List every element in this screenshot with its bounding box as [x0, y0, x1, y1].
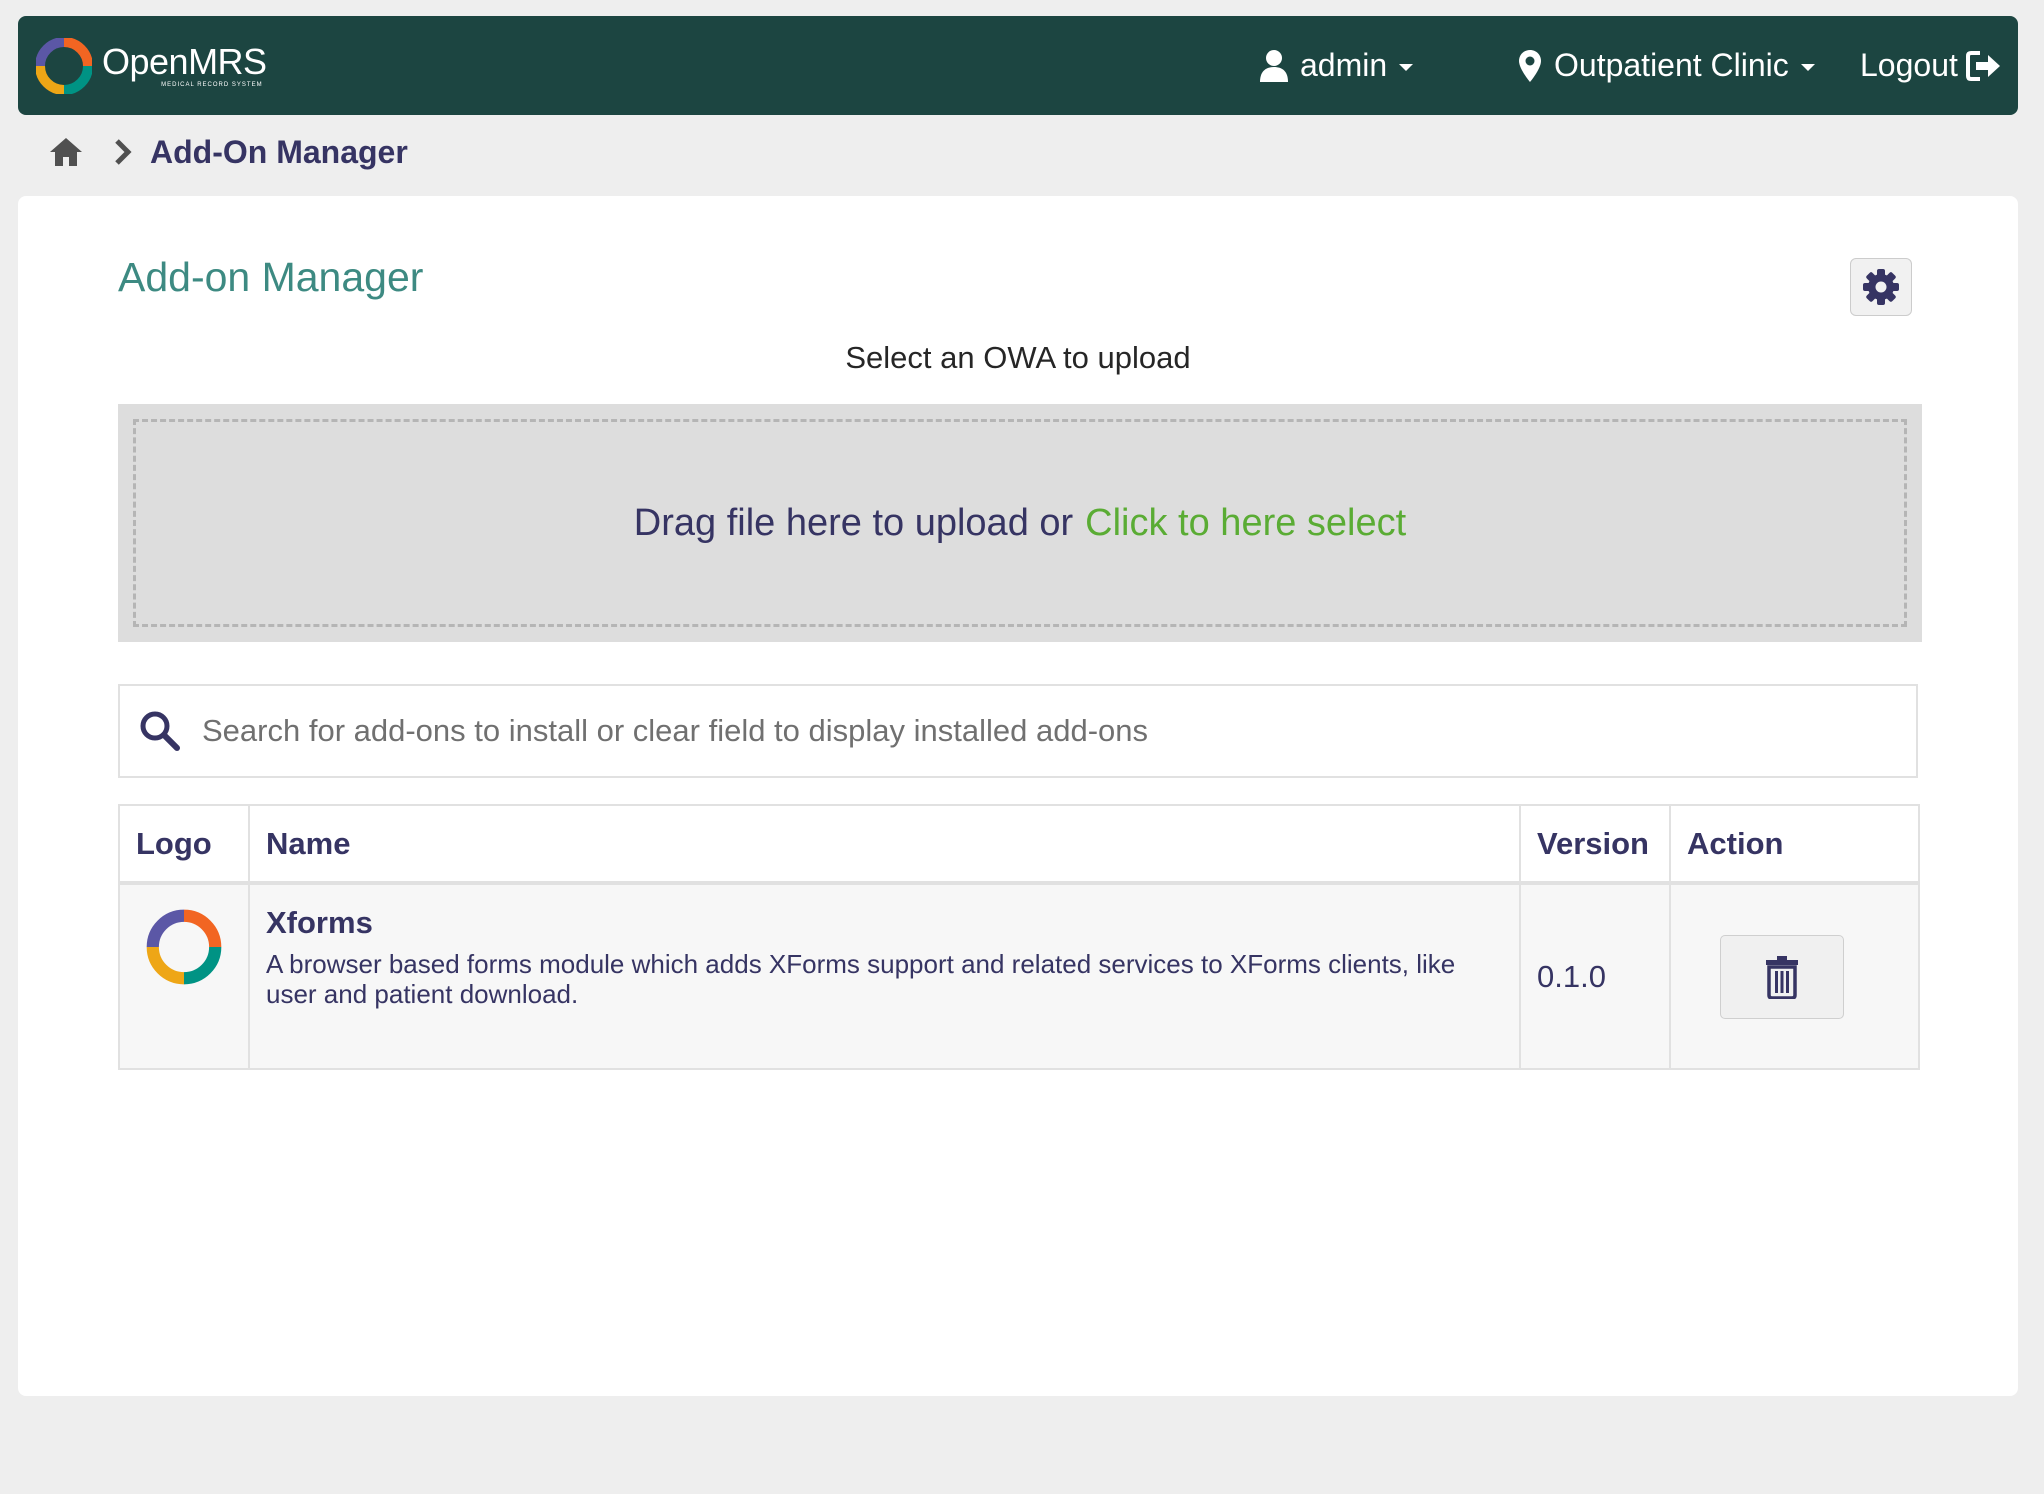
home-icon[interactable] — [48, 136, 84, 168]
brand-text: OpenMRS MEDICAL RECORD SYSTEM — [102, 41, 267, 89]
user-menu[interactable]: admin — [1258, 16, 1414, 115]
addon-version-cell: 0.1.0 — [1519, 882, 1671, 1070]
addon-action-cell — [1669, 882, 1920, 1070]
addon-name: Xforms — [266, 905, 373, 940]
delete-addon-button[interactable] — [1720, 934, 1844, 1019]
user-icon — [1260, 49, 1288, 82]
addon-search-box — [118, 684, 1918, 778]
dropzone-border: Drag file here to upload or Click to her… — [133, 419, 1907, 627]
addon-logo-icon — [146, 909, 222, 985]
chevron-down-icon — [1399, 64, 1414, 71]
sign-out-icon — [1965, 50, 2000, 81]
trash-icon — [1766, 955, 1798, 999]
column-header-action: Action — [1669, 804, 1920, 885]
select-file-link[interactable]: Click to here select — [1085, 502, 1406, 545]
table-header-row: Logo Name Version Action — [118, 804, 1920, 885]
column-header-version: Version — [1519, 804, 1671, 885]
chevron-right-icon — [115, 139, 132, 165]
addon-logo-cell — [118, 882, 250, 1070]
location-menu[interactable]: Outpatient Clinic — [1518, 16, 1815, 115]
chevron-down-icon — [1800, 64, 1815, 71]
addon-name-cell: Xforms A browser based forms module whic… — [248, 882, 1521, 1070]
settings-button[interactable] — [1850, 258, 1912, 316]
table-row: Xforms A browser based forms module whic… — [118, 882, 1920, 1070]
dropzone-text: Drag file here to upload or — [633, 501, 1074, 544]
user-menu-label: admin — [1300, 47, 1388, 83]
brand-tagline: MEDICAL RECORD SYSTEM — [161, 82, 263, 88]
column-header-name: Name — [248, 804, 1521, 885]
upload-caption: Select an OWA to upload — [845, 340, 1191, 375]
breadcrumb-current: Add-On Manager — [150, 133, 408, 170]
addon-table: Logo Name Version Action Xforms A browse… — [118, 804, 1920, 1070]
main-content: Add-on Manager Select an OWA to upload D… — [18, 196, 2018, 1396]
addon-version: 0.1.0 — [1537, 958, 1606, 994]
addon-search-input[interactable] — [200, 700, 1916, 762]
upload-dropzone[interactable]: Drag file here to upload or Click to her… — [118, 404, 1922, 642]
openmrs-brand[interactable]: OpenMRS MEDICAL RECORD SYSTEM — [36, 36, 267, 96]
openmrs-logo-icon — [36, 38, 92, 94]
column-header-logo: Logo — [118, 804, 250, 885]
location-menu-label: Outpatient Clinic — [1554, 47, 1789, 83]
logout-label: Logout — [1860, 47, 1958, 83]
page-title: Add-on Manager — [118, 254, 424, 300]
top-navbar: OpenMRS MEDICAL RECORD SYSTEM admin Outp… — [18, 16, 2018, 115]
gear-icon — [1863, 269, 1899, 305]
brand-name: OpenMRS — [102, 41, 267, 82]
map-marker-icon — [1519, 49, 1541, 82]
breadcrumb: Add-On Manager — [48, 130, 408, 174]
addon-description: A browser based forms module which adds … — [266, 949, 1456, 1009]
logout-link[interactable]: Logout — [1860, 16, 2002, 115]
search-icon — [140, 711, 180, 751]
